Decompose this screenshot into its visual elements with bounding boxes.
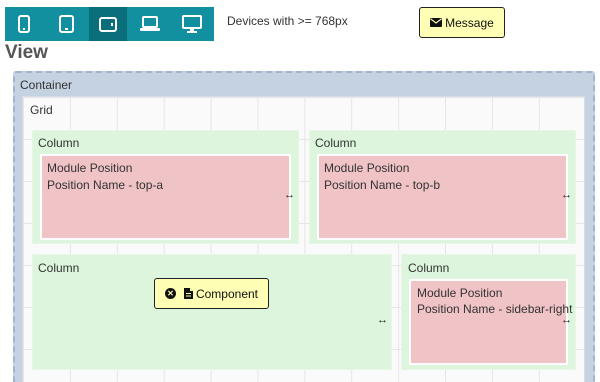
component-label: Component (195, 286, 259, 301)
module-title: Module Position (324, 161, 410, 175)
resize-arrows-icon[interactable]: ↔ (561, 190, 572, 201)
device-selector (5, 7, 214, 41)
component-button[interactable]: ✕ Component (154, 278, 269, 309)
module-position-name: Position Name - top-b (324, 178, 441, 192)
close-circle-icon[interactable]: ✕ (164, 288, 176, 299)
column-label: Column (408, 261, 450, 275)
resize-arrows-icon[interactable]: ↔ (284, 190, 295, 201)
device-laptop-button[interactable] (130, 7, 169, 41)
document-icon (183, 288, 193, 299)
desktop-icon (181, 15, 202, 33)
module-title: Module Position (417, 286, 503, 300)
column-label: Column (38, 136, 80, 150)
column-label: Column (315, 136, 357, 150)
laptop-icon (139, 16, 160, 31)
phone-icon (18, 15, 31, 33)
device-tablet-portrait-button[interactable] (47, 7, 86, 41)
column-component[interactable] (32, 254, 392, 370)
device-desktop-button[interactable] (172, 7, 211, 41)
tablet-portrait-icon (58, 15, 74, 33)
device-tablet-landscape-button[interactable] (88, 7, 128, 41)
grid-label: Grid (30, 103, 53, 117)
tablet-landscape-icon (98, 16, 117, 32)
module-position-name: Position Name - sidebar-right (417, 302, 573, 316)
devices-info-text: Devices with >= 768px (227, 14, 348, 28)
module-title: Module Position (47, 161, 133, 175)
column-label: Column (38, 261, 80, 275)
view-title: View (5, 42, 48, 63)
message-button[interactable]: Message (419, 7, 505, 38)
resize-arrows-icon[interactable]: ↔ (377, 315, 388, 326)
resize-arrows-icon[interactable]: ↔ (561, 315, 572, 326)
message-button-label: Message (445, 15, 494, 30)
module-position-name: Position Name - top-a (47, 178, 164, 192)
envelope-icon (430, 18, 443, 27)
container-label: Container (20, 78, 73, 92)
device-phone-button[interactable] (5, 7, 44, 41)
